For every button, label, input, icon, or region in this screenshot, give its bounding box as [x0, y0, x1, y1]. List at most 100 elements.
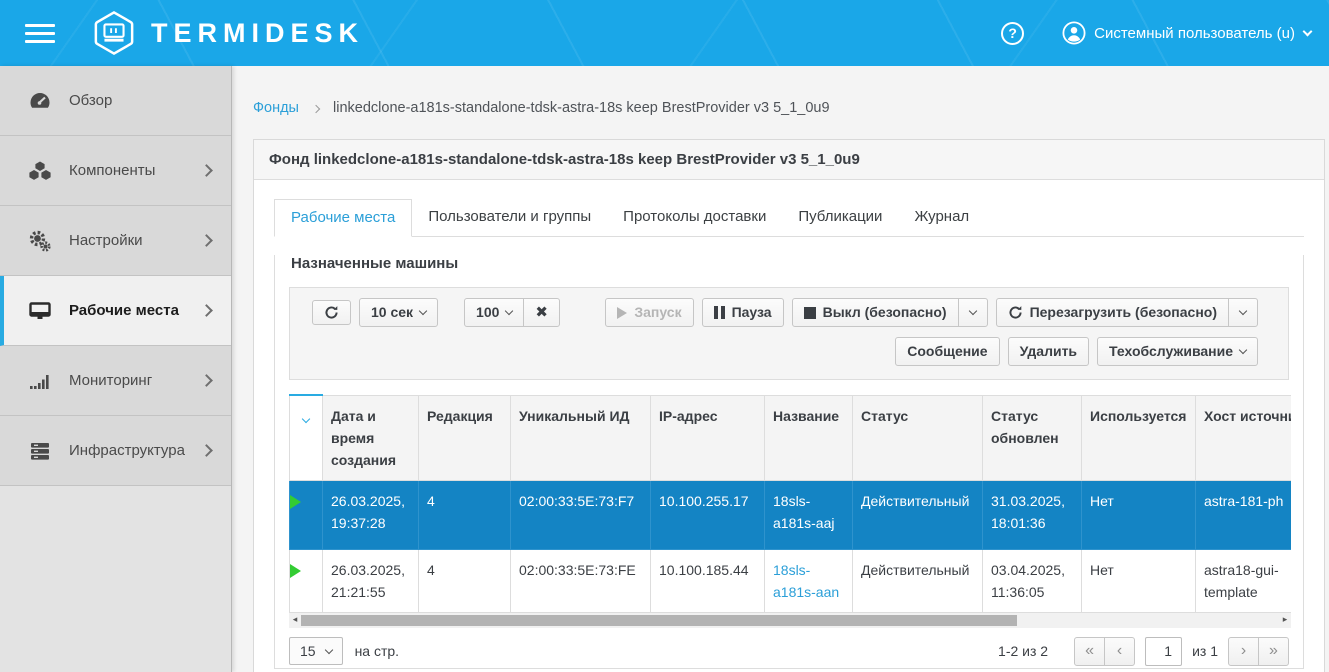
last-page-button[interactable]: » — [1258, 637, 1289, 666]
sidebar-item-label: Инфраструктура — [69, 442, 202, 459]
tab-workplaces[interactable]: Рабочие места — [274, 199, 412, 237]
refresh-icon — [1008, 305, 1023, 320]
stop-icon — [804, 307, 816, 319]
menu-toggle-icon[interactable] — [25, 19, 55, 48]
column-header-revision[interactable]: Редакция — [419, 395, 511, 480]
breadcrumb-link-pools[interactable]: Фонды — [253, 100, 299, 116]
power-off-button[interactable]: Выкл (безопасно) — [792, 298, 959, 327]
gears-icon — [28, 229, 56, 253]
horizontal-scrollbar[interactable]: ◂ ▸ — [289, 613, 1291, 628]
limit-select[interactable]: 100 — [464, 298, 524, 327]
cell-revision: 4 — [419, 549, 511, 612]
chevron-down-icon — [1303, 26, 1313, 36]
scroll-right-icon[interactable]: ▸ — [1279, 613, 1291, 628]
monitor-icon — [28, 299, 56, 323]
reboot-button[interactable]: Перезагрузить (безопасно) — [996, 298, 1229, 327]
next-page-button[interactable]: › — [1228, 637, 1259, 666]
tab-pane-workplaces: Назначенные машины — [274, 255, 1304, 669]
column-header-status-updated[interactable]: Статус обновлен — [983, 395, 1082, 480]
scrollbar-thumb[interactable] — [301, 615, 1017, 626]
sidebar-item-monitoring[interactable]: Мониторинг — [0, 346, 231, 416]
panel-title: Фонд linkedclone-a181s-standalone-tdsk-a… — [254, 140, 1324, 180]
limit-value: 100 — [476, 303, 499, 322]
tab-delivery-protocols[interactable]: Протоколы доставки — [607, 199, 782, 236]
sidebar-item-label: Обзор — [69, 92, 211, 109]
cell-ip: 10.100.185.44 — [651, 549, 765, 612]
breadcrumb-separator-icon — [313, 100, 319, 116]
cell-ip: 10.100.255.17 — [651, 480, 765, 549]
section-title: Назначенные машины — [291, 255, 1287, 272]
sidebar-item-label: Рабочие места — [69, 302, 202, 319]
running-state-icon — [290, 495, 301, 509]
machine-row[interactable]: 26.03.2025, 21:21:55 4 02:00:33:5E:73:FE… — [290, 549, 1292, 612]
clear-filter-button[interactable]: ✖ — [523, 298, 560, 327]
delete-button[interactable]: Удалить — [1008, 337, 1089, 366]
user-name-label: Системный пользователь (u) — [1094, 25, 1295, 42]
sidebar-item-settings[interactable]: Настройки — [0, 206, 231, 276]
server-icon — [28, 439, 56, 463]
column-header-uid[interactable]: Уникальный ИД — [511, 395, 651, 480]
cell-created: 26.03.2025, 19:37:28 — [323, 480, 419, 549]
machine-name-link[interactable]: 18sls-a181s-aan — [773, 562, 839, 600]
cell-status: Действительный — [853, 480, 983, 549]
sidebar-item-components[interactable]: Компоненты — [0, 136, 231, 206]
column-header-ip[interactable]: IP-адрес — [651, 395, 765, 480]
chevron-right-icon — [200, 304, 213, 317]
chevron-down-icon — [1239, 307, 1247, 315]
maintenance-menu-button[interactable]: Техобслуживание — [1097, 337, 1258, 366]
brand-title: TERMIDESK — [151, 20, 364, 47]
pagination-bar: 15 на стр. 1-2 из 2 « ‹ — [289, 637, 1289, 666]
tab-users-groups[interactable]: Пользователи и группы — [412, 199, 607, 236]
breadcrumb-current: linkedclone-a181s-standalone-tdsk-astra-… — [333, 100, 830, 116]
maintenance-label: Техобслуживание — [1109, 342, 1233, 361]
user-avatar-icon — [1062, 21, 1086, 45]
running-state-icon — [290, 564, 301, 578]
user-menu[interactable]: Системный пользователь (u) — [1062, 21, 1311, 45]
power-off-label: Выкл (безопасно) — [823, 303, 947, 322]
cell-status: Действительный — [853, 549, 983, 612]
message-button[interactable]: Сообщение — [895, 337, 999, 366]
cell-source-host: astra-181-ph — [1196, 480, 1292, 549]
machines-toolbar: 10 сек 100 — [289, 287, 1289, 380]
column-header-status[interactable]: Статус — [853, 395, 983, 480]
refresh-button[interactable] — [312, 300, 351, 325]
sidebar-item-workplaces[interactable]: Рабочие места — [0, 276, 231, 346]
tab-publications[interactable]: Публикации — [782, 199, 898, 236]
sidebar-item-overview[interactable]: Обзор — [0, 66, 231, 136]
tab-journal[interactable]: Журнал — [898, 199, 985, 236]
page-size-select[interactable]: 15 — [289, 637, 343, 665]
column-header-name[interactable]: Название — [765, 395, 853, 480]
top-header: TERMIDESK ? Системный пользователь (u) — [0, 0, 1329, 66]
cell-name: 18sls-a181s-aan — [765, 549, 853, 612]
select-all-header[interactable] — [290, 395, 323, 480]
refresh-interval-select[interactable]: 10 сек — [359, 298, 438, 327]
pause-button[interactable]: Пауза — [702, 298, 784, 327]
power-off-menu-button[interactable] — [958, 298, 988, 327]
sidebar-item-infrastructure[interactable]: Инфраструктура — [0, 416, 231, 486]
column-header-created[interactable]: Дата и время создания — [323, 395, 419, 480]
help-icon[interactable]: ? — [1001, 22, 1024, 45]
scroll-left-icon[interactable]: ◂ — [289, 613, 301, 628]
app-window: TERMIDESK ? Системный пользователь (u) — [0, 0, 1329, 672]
first-page-button[interactable]: « — [1074, 637, 1105, 666]
column-header-source-host[interactable]: Хост источника — [1196, 395, 1292, 480]
chevron-right-icon — [200, 234, 213, 247]
refresh-icon — [324, 305, 339, 320]
reboot-menu-button[interactable] — [1228, 298, 1258, 327]
cell-in-use: Нет — [1082, 480, 1196, 549]
bar-chart-icon — [28, 369, 56, 393]
delete-label: Удалить — [1020, 342, 1077, 361]
column-header-in-use[interactable]: Используется — [1082, 395, 1196, 480]
chevron-down-icon — [968, 307, 976, 315]
sidebar-filler — [0, 486, 231, 672]
start-button[interactable]: Запуск — [605, 298, 693, 327]
cell-revision: 4 — [419, 480, 511, 549]
brand-logo[interactable]: TERMIDESK — [93, 10, 364, 56]
sidebar-nav: Обзор Компоненты Настройки Ра — [0, 66, 232, 672]
prev-page-button[interactable]: ‹ — [1104, 637, 1135, 666]
machine-row-selected[interactable]: 26.03.2025, 19:37:28 4 02:00:33:5E:73:F7… — [290, 480, 1292, 549]
chevron-right-icon — [200, 164, 213, 177]
page-number-input[interactable] — [1145, 637, 1182, 666]
cell-uid: 02:00:33:5E:73:F7 — [511, 480, 651, 549]
start-label: Запуск — [634, 303, 681, 322]
